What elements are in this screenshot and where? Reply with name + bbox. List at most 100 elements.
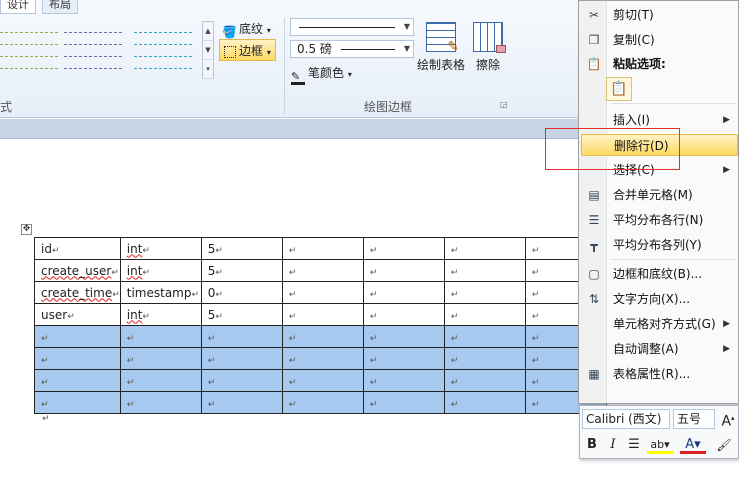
table-row[interactable]: create_user↵ int↵ 5↵ ↵ ↵ ↵ ↵ (34, 259, 607, 282)
table-cell[interactable]: ↵ (34, 391, 121, 414)
table-cell[interactable]: ↵ (362, 347, 445, 370)
table-cell[interactable]: ↵ (362, 237, 445, 260)
table-cell[interactable]: ↵ (200, 325, 283, 348)
gallery-down-icon[interactable]: ▼ (203, 41, 213, 60)
tab-design[interactable]: 设计 (0, 0, 36, 14)
table-style-2[interactable] (60, 22, 126, 80)
table-cell[interactable]: ↵ (200, 391, 283, 414)
highlighter-icon[interactable]: ab▾ (647, 436, 673, 454)
font-name-dropdown[interactable]: Calibri (西文) (582, 409, 670, 429)
table-cell[interactable]: ↵ (443, 281, 526, 304)
cell-end-mark: ↵ (369, 399, 378, 410)
data-table[interactable]: id↵ int↵ 5↵ ↵ ↵ ↵ ↵ create_user↵ int↵ 5↵ ↵ ↵ ↵ ↵ creat… (34, 237, 607, 414)
context-menu-item[interactable]: ✂ 剪切(T) (581, 4, 738, 26)
dialog-launcher-icon[interactable]: ◲ (500, 100, 508, 109)
table-cell[interactable]: user↵ (34, 303, 121, 326)
center-align-icon[interactable]: ☰ (625, 436, 643, 454)
context-menu-item[interactable]: 单元格对齐方式(G) ▶ (581, 313, 738, 335)
distribute-rows-icon: ☰ (588, 213, 600, 227)
table-cell[interactable]: ↵ (443, 303, 526, 326)
format-painter-icon[interactable]: 🖌 (713, 436, 735, 454)
table-style-3[interactable] (130, 22, 196, 80)
line-weight-dropdown[interactable]: 0.5 磅 ▼ (290, 40, 414, 58)
table-cell[interactable]: ↵ (362, 369, 445, 392)
context-menu-item[interactable]: ⇅ 文字方向(X)... (581, 288, 738, 310)
gallery-up-icon[interactable]: ▲ (203, 22, 213, 41)
eraser-button[interactable]: 擦除 (470, 22, 506, 73)
table-cell[interactable]: ↵ (281, 303, 364, 326)
table-cell[interactable]: int↵ (119, 303, 202, 326)
grow-font-icon[interactable]: A▴ (718, 409, 738, 430)
context-menu-item[interactable]: ▤ 合并单元格(M) (581, 184, 738, 206)
table-cell[interactable]: ↵ (119, 347, 202, 370)
table-cell[interactable]: ↵ (281, 259, 364, 282)
paste-keep-source-icon[interactable]: 📋 (606, 77, 632, 101)
cell-end-mark: ↵ (288, 399, 297, 410)
tab-layout[interactable]: 布局 (42, 0, 78, 14)
table-cell[interactable]: ↵ (281, 237, 364, 260)
table-cell[interactable]: ↵ (200, 347, 283, 370)
table-style-1[interactable] (0, 22, 62, 80)
gallery-scroll[interactable]: ▲ ▼ ▾ (202, 21, 214, 79)
table-cell[interactable]: ↵ (281, 391, 364, 414)
context-menu-item[interactable]: ┳ 平均分布各列(Y) (581, 234, 738, 256)
table-row[interactable]: user↵ int↵ 5↵ ↵ ↵ ↵ ↵ (34, 303, 607, 326)
table-cell[interactable]: create_time↵ (34, 281, 121, 304)
table-row[interactable]: ↵ ↵ ↵ ↵ ↵ ↵ ↵ (34, 391, 607, 414)
table-cell[interactable]: ↵ (200, 369, 283, 392)
table-cell[interactable]: ↵ (443, 391, 526, 414)
context-menu-item[interactable]: 自动调整(A) ▶ (581, 338, 738, 360)
shading-button[interactable]: 🪣 底纹 ▾ (222, 20, 271, 39)
table-cell[interactable]: int↵ (119, 237, 202, 260)
table-cell[interactable]: ↵ (281, 281, 364, 304)
table-cell[interactable]: ↵ (362, 259, 445, 282)
context-menu-item[interactable]: ▦ 表格属性(R)... (581, 363, 738, 385)
table-cell[interactable]: ↵ (362, 303, 445, 326)
table-cell[interactable]: ↵ (281, 347, 364, 370)
table-cell[interactable]: create_user↵ (34, 259, 121, 282)
italic-icon[interactable]: I (604, 436, 622, 454)
table-row[interactable]: create_time↵ timestamp↵ 0↵ ↵ ↵ ↵ ↵ (34, 281, 607, 304)
pen-color-button[interactable]: ✎ 笔颜色 ▾ (291, 64, 352, 85)
table-cell[interactable]: ↵ (362, 325, 445, 348)
table-cell[interactable]: ↵ (119, 325, 202, 348)
table-cell[interactable]: ↵ (34, 369, 121, 392)
table-cell[interactable]: ↵ (362, 391, 445, 414)
bold-icon[interactable]: B (583, 436, 601, 454)
table-cell[interactable]: 5↵ (200, 259, 283, 282)
table-cell[interactable]: ↵ (119, 391, 202, 414)
table-cell[interactable]: ↵ (119, 369, 202, 392)
table-cell[interactable]: 5↵ (200, 237, 283, 260)
table-move-handle-icon[interactable]: ✥ (21, 224, 32, 235)
table-row[interactable]: ↵ ↵ ↵ ↵ ↵ ↵ ↵ (34, 347, 607, 370)
table-cell[interactable]: ↵ (443, 259, 526, 282)
borders-button[interactable]: 边框 ▾ (219, 39, 276, 61)
draw-table-button[interactable]: ✎ 绘制表格 (416, 22, 466, 73)
table-row[interactable]: ↵ ↵ ↵ ↵ ↵ ↵ ↵ (34, 325, 607, 348)
table-cell[interactable]: ↵ (34, 347, 121, 370)
table-cell[interactable]: 5↵ (200, 303, 283, 326)
table-cell[interactable]: ↵ (443, 237, 526, 260)
table-cell[interactable]: timestamp↵ (119, 281, 202, 304)
table-row[interactable]: ↵ ↵ ↵ ↵ ↵ ↵ ↵ (34, 369, 607, 392)
table-cell[interactable]: ↵ (443, 347, 526, 370)
table-cell[interactable]: ↵ (443, 369, 526, 392)
table-cell[interactable]: ↵ (34, 325, 121, 348)
table-cell[interactable]: 0↵ (200, 281, 283, 304)
context-menu-item[interactable]: ❐ 复制(C) (581, 29, 738, 51)
table-cell[interactable]: int↵ (119, 259, 202, 282)
context-menu-item[interactable]: ☰ 平均分布各行(N) (581, 209, 738, 231)
table-cell[interactable]: ↵ (362, 281, 445, 304)
table-cell[interactable]: ↵ (281, 369, 364, 392)
gallery-more-icon[interactable]: ▾ (203, 60, 213, 79)
font-color-icon[interactable]: A▾ (680, 436, 706, 454)
table-row[interactable]: id↵ int↵ 5↵ ↵ ↵ ↵ ↵ (34, 237, 607, 260)
cell-end-mark: ↵ (531, 377, 540, 388)
font-size-dropdown[interactable]: 五号 (673, 409, 715, 429)
table-cell[interactable]: ↵ (281, 325, 364, 348)
table-cell[interactable]: id↵ (34, 237, 121, 260)
context-menu-item[interactable]: ▢ 边框和底纹(B)... (581, 263, 738, 285)
table-cell[interactable]: ↵ (443, 325, 526, 348)
line-style-dropdown[interactable]: ▼ (290, 18, 414, 36)
copy-icon: ❐ (588, 33, 600, 47)
